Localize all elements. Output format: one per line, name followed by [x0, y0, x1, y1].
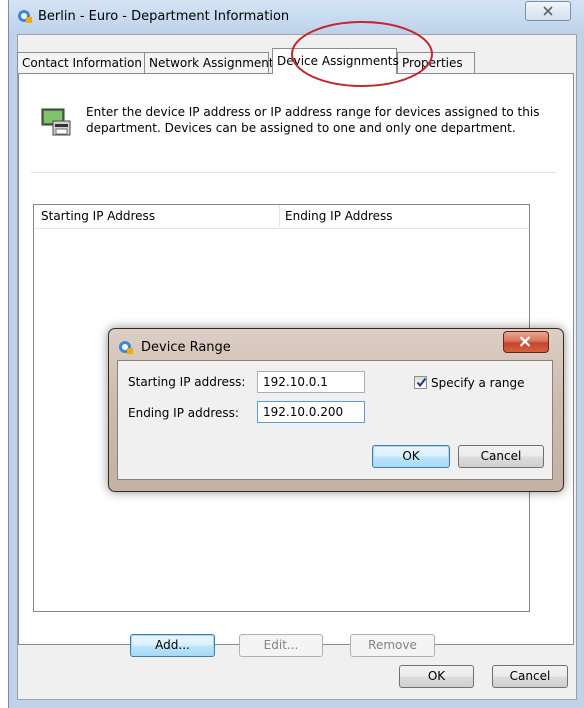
- tab-label: Network Assignments: [149, 56, 280, 70]
- close-button[interactable]: [525, 1, 571, 21]
- device-department-icon: [41, 108, 71, 136]
- specify-range-checkbox[interactable]: [414, 376, 427, 389]
- column-starting-ip[interactable]: Starting IP Address: [41, 209, 155, 223]
- highlight-circle: [291, 21, 433, 87]
- tab-contact-information[interactable]: Contact Information: [17, 52, 145, 73]
- intro-text: Enter the device IP address or IP addres…: [86, 105, 540, 135]
- tab-network-assignments[interactable]: Network Assignments: [144, 52, 280, 73]
- ending-ip-input[interactable]: 192.10.0.200: [257, 401, 365, 423]
- specify-range-label[interactable]: Specify a range: [431, 376, 525, 390]
- close-icon: [543, 6, 553, 16]
- list-header: Starting IP Address Ending IP Address: [34, 205, 529, 229]
- dialog-client: Starting IP address: 192.10.0.1 Ending I…: [117, 360, 553, 480]
- tab-label: Contact Information: [22, 56, 142, 70]
- starting-ip-input[interactable]: 192.10.0.1: [257, 371, 365, 393]
- department-icon: [18, 10, 32, 23]
- close-icon: [519, 336, 531, 347]
- dialog-ok-button[interactable]: OK: [372, 445, 450, 468]
- edit-button[interactable]: Edit...: [239, 634, 323, 657]
- window-title: Berlin - Euro - Department Information: [38, 9, 290, 24]
- starting-ip-label: Starting IP address:: [128, 375, 246, 389]
- column-divider[interactable]: [279, 205, 280, 227]
- department-icon: [119, 341, 133, 354]
- add-button[interactable]: Add...: [130, 634, 215, 657]
- checkmark-icon: [416, 377, 427, 388]
- column-ending-ip[interactable]: Ending IP Address: [285, 209, 393, 223]
- separator: [31, 172, 557, 173]
- dialog-cancel-button[interactable]: Cancel: [458, 445, 544, 468]
- dialog-title: Device Range: [141, 340, 231, 355]
- dialog-close-button[interactable]: [503, 331, 549, 353]
- cancel-button[interactable]: Cancel: [492, 665, 568, 688]
- device-range-dialog: Device Range Starting IP address: 192.10…: [108, 328, 564, 492]
- remove-button[interactable]: Remove: [350, 634, 435, 657]
- ok-button[interactable]: OK: [399, 665, 474, 688]
- ending-ip-label: Ending IP address:: [128, 406, 239, 420]
